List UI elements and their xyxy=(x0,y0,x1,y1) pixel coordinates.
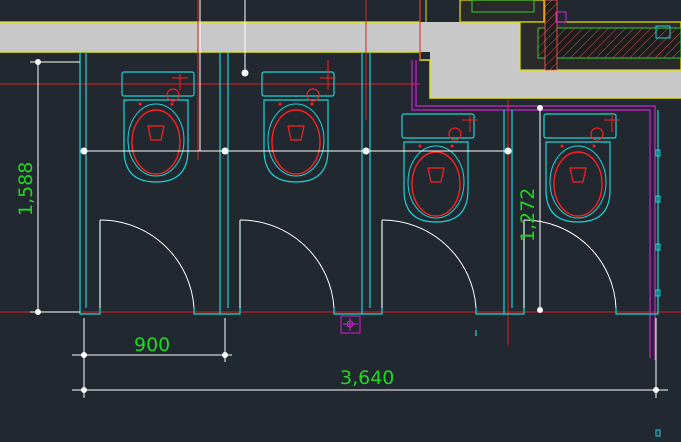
dim-overall-width: 3,640 xyxy=(340,367,394,389)
dim-stall-width: 900 xyxy=(134,334,170,356)
cad-canvas[interactable]: 1,588 1,272 900 3,640 xyxy=(0,0,681,442)
dim-stall-height-right: 1,272 xyxy=(517,188,539,242)
cad-drawing-viewport[interactable]: 1,588 1,272 900 3,640 xyxy=(0,0,681,442)
dim-stall-height-left: 1,588 xyxy=(15,162,37,216)
